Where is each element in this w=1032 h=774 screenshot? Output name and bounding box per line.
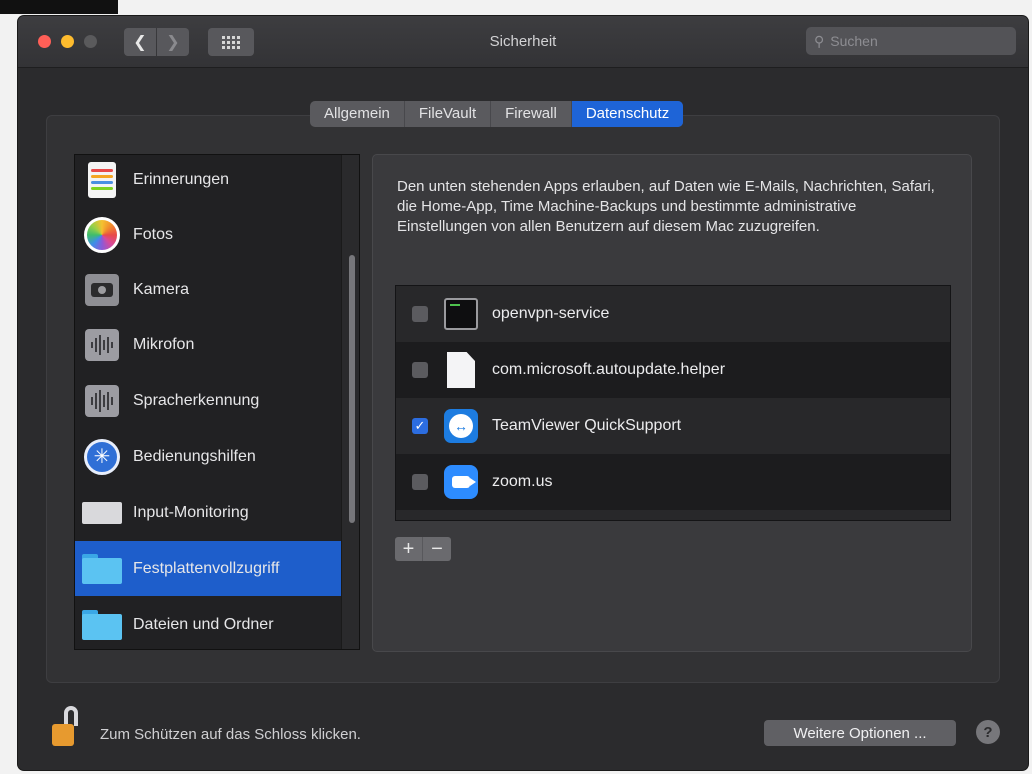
zoom-icon: [444, 465, 478, 499]
camera-icon: [85, 273, 119, 306]
full-disk-access-panel: Den unten stehenden Apps erlauben, auf D…: [372, 154, 972, 652]
sidebar-scroll-thumb[interactable]: [349, 255, 355, 523]
background-dark-strip: [0, 0, 118, 14]
app-row-empty: [396, 510, 950, 520]
sidebar-item-label: Spracherkennung: [133, 391, 260, 409]
sidebar-item-label: Mikrofon: [133, 335, 195, 353]
sidebar-item-label: Festplattenvollzugriff: [133, 559, 280, 577]
search-icon: ⚲: [814, 32, 825, 49]
sidebar-item-festplattenvollzugriff[interactable]: Festplattenvollzugriff: [75, 541, 341, 596]
app-row-teamviewer[interactable]: ✓ ↔ TeamViewer QuickSupport: [396, 398, 950, 454]
app-list[interactable]: openvpn-service com.microsoft.autoupdate…: [395, 285, 951, 521]
app-checkbox[interactable]: [412, 474, 428, 490]
remove-app-button[interactable]: −: [423, 537, 451, 561]
sidebar-item-label: Input-Monitoring: [133, 503, 249, 521]
preferences-window: ❮ ❯ Sicherheit ⚲ Allgemein FileVault Fir…: [18, 16, 1028, 770]
sidebar-item-mikrofon[interactable]: Mikrofon: [75, 317, 341, 372]
sidebar-item-label: Bedienungshilfen: [133, 447, 256, 465]
app-row-zoom[interactable]: zoom.us: [396, 454, 950, 510]
sidebar-item-label: Fotos: [133, 225, 174, 243]
search-input[interactable]: [830, 33, 1001, 49]
app-name: zoom.us: [492, 473, 553, 490]
add-remove-control: + −: [395, 537, 451, 561]
add-app-button[interactable]: +: [395, 537, 423, 561]
checkmark-icon: ✓: [414, 418, 426, 433]
app-row-openvpn-service[interactable]: openvpn-service: [396, 286, 950, 342]
sidebar-item-fotos[interactable]: Fotos: [75, 207, 341, 262]
sidebar-item-label: Erinnerungen: [133, 170, 230, 188]
document-icon: [447, 352, 475, 388]
app-checkbox[interactable]: ✓: [412, 418, 428, 434]
reminders-icon: [88, 161, 116, 198]
help-button[interactable]: ?: [976, 720, 1000, 744]
folder-icon: [82, 609, 122, 640]
lock-icon[interactable]: [52, 706, 78, 748]
lock-hint-text: Zum Schützen auf das Schloss klicken.: [100, 726, 361, 743]
teamviewer-icon: ↔: [444, 409, 478, 443]
sidebar-scrollbar[interactable]: [341, 155, 359, 649]
accessibility-icon: ✳: [84, 438, 120, 475]
app-checkbox[interactable]: [412, 306, 428, 322]
tab-allgemein[interactable]: Allgemein: [310, 101, 405, 127]
tab-firewall[interactable]: Firewall: [491, 101, 572, 127]
title-bar: ❮ ❯ Sicherheit ⚲: [18, 16, 1028, 68]
photos-icon: [84, 216, 120, 253]
app-name: openvpn-service: [492, 305, 610, 322]
tab-filevault[interactable]: FileVault: [405, 101, 492, 127]
app-row-microsoft-autoupdate[interactable]: com.microsoft.autoupdate.helper: [396, 342, 950, 398]
panel-description: Den unten stehenden Apps erlauben, auf D…: [397, 178, 935, 235]
privacy-category-list[interactable]: Erinnerungen Fotos Kamera Mikrofon Sprac…: [74, 154, 360, 650]
app-name: com.microsoft.autoupdate.helper: [492, 361, 726, 378]
folder-icon: [82, 553, 122, 584]
sidebar-item-dateien-und-ordner[interactable]: Dateien und Ordner: [75, 597, 341, 649]
sidebar-item-input-monitoring[interactable]: Input-Monitoring: [75, 485, 341, 540]
sidebar-item-kamera[interactable]: Kamera: [75, 262, 341, 317]
microphone-icon: [85, 328, 119, 361]
terminal-icon: [444, 298, 478, 330]
speech-recognition-icon: [85, 384, 119, 417]
keyboard-icon: [82, 501, 122, 524]
more-options-button[interactable]: Weitere Optionen ...: [764, 720, 956, 746]
sidebar-item-label: Kamera: [133, 280, 190, 298]
search-field[interactable]: ⚲: [806, 27, 1016, 55]
sidebar-item-erinnerungen[interactable]: Erinnerungen: [75, 155, 341, 207]
sidebar-item-label: Dateien und Ordner: [133, 615, 274, 633]
sidebar-item-bedienungshilfen[interactable]: ✳ Bedienungshilfen: [75, 429, 341, 484]
tab-bar: Allgemein FileVault Firewall Datenschutz: [310, 101, 684, 127]
app-checkbox[interactable]: [412, 362, 428, 378]
tab-datenschutz[interactable]: Datenschutz: [571, 101, 684, 127]
sidebar-item-spracherkennung[interactable]: Spracherkennung: [75, 373, 341, 428]
app-name: TeamViewer QuickSupport: [492, 417, 682, 434]
